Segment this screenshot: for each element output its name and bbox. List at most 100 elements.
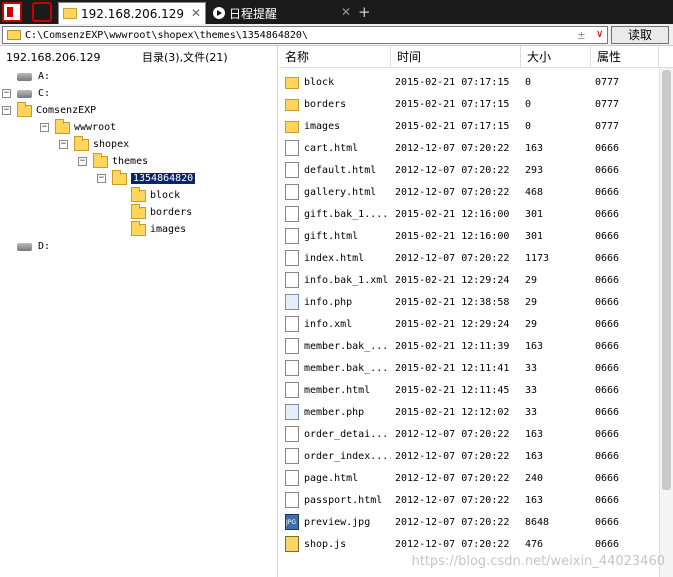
file-attr: 0666 — [595, 516, 620, 528]
file-name-cell: borders — [279, 97, 391, 111]
file-row[interactable]: member.html 2015-02-21 12:11:45 33 0666 — [279, 379, 659, 401]
tree-node[interactable]: D: — [2, 238, 50, 255]
file-size: 29 — [525, 296, 538, 308]
file-name-cell: info.bak_1.xml — [279, 272, 391, 288]
file-row[interactable]: gift.bak_1.... 2015-02-21 12:16:00 301 0666 — [279, 203, 659, 225]
tree-node-label: ComsenzEXP — [36, 105, 97, 116]
tree-node[interactable]: − C: — [2, 85, 50, 102]
drive-icon — [17, 242, 32, 251]
file-time: 2015-02-21 12:16:00 — [395, 230, 510, 242]
file-icon — [285, 470, 299, 486]
collapse-icon[interactable]: − — [2, 106, 11, 115]
file-attr: 0666 — [595, 142, 620, 154]
drive-icon — [17, 89, 32, 98]
file-time: 2012-12-07 07:20:22 — [395, 472, 510, 484]
file-row[interactable]: member.bak_... 2015-02-21 12:11:39 163 0666 — [279, 335, 659, 357]
scrollbar-thumb[interactable] — [662, 70, 671, 490]
file-row[interactable]: page.html 2012-12-07 07:20:22 240 0666 — [279, 467, 659, 489]
tree-node-label: images — [150, 224, 187, 235]
tree-node-label: D: — [38, 241, 51, 252]
chevron-down-icon[interactable]: ∨ — [596, 27, 603, 40]
file-name-cell: info.xml — [279, 316, 391, 332]
file-name: gift.html — [304, 230, 359, 242]
file-row[interactable]: order_index.... 2012-12-07 07:20:22 163 066… — [279, 445, 659, 467]
file-attr: 0666 — [595, 186, 620, 198]
collapse-icon[interactable]: − — [78, 157, 87, 166]
file-row[interactable]: info.php 2015-02-21 12:38:58 29 0666 — [279, 291, 659, 313]
file-time: 2012-12-07 07:20:22 — [395, 450, 510, 462]
file-time: 2012-12-07 07:20:22 — [395, 252, 510, 264]
file-row[interactable]: images 2015-02-21 07:17:15 0 0777 — [279, 115, 659, 137]
tree-node-label: block — [150, 190, 181, 201]
file-attr: 0666 — [595, 384, 620, 396]
file-time: 2015-02-21 12:38:58 — [395, 296, 510, 308]
read-button[interactable]: 读取 — [611, 26, 669, 44]
folder-icon — [131, 220, 146, 236]
folder-icon — [131, 203, 146, 219]
col-time[interactable]: 时间 — [391, 46, 521, 67]
file-row[interactable]: index.html 2012-12-07 07:20:22 1173 0666 — [279, 247, 659, 269]
file-icon — [285, 448, 299, 464]
file-row[interactable]: info.xml 2015-02-21 12:29:24 29 0666 — [279, 313, 659, 335]
tree-node[interactable]: borders — [116, 203, 192, 221]
file-time: 2012-12-07 07:20:22 — [395, 186, 510, 198]
app-logo-icon[interactable] — [2, 2, 22, 22]
file-row[interactable]: default.html 2012-12-07 07:20:22 293 0666 — [279, 159, 659, 181]
file-time: 2012-12-07 07:20:22 — [395, 538, 510, 550]
file-size: 163 — [525, 450, 544, 462]
tab-host[interactable]: 192.168.206.129 ✕ — [58, 2, 206, 24]
file-time: 2012-12-07 07:20:22 — [395, 428, 510, 440]
file-row[interactable]: passport.html 2012-12-07 07:20:22 163 0666 — [279, 489, 659, 511]
file-row[interactable]: gallery.html 2012-12-07 07:20:22 468 0666 — [279, 181, 659, 203]
vertical-scrollbar[interactable] — [659, 68, 673, 577]
file-size: 0 — [525, 98, 532, 110]
file-attr: 0666 — [595, 318, 620, 330]
file-size: 476 — [525, 538, 544, 550]
file-row[interactable]: member.php 2015-02-21 12:12:02 33 0666 — [279, 401, 659, 423]
tree-node[interactable]: A: — [2, 68, 50, 85]
file-name-cell: order_detai... — [279, 426, 391, 442]
tab-schedule[interactable]: 日程提醒 ✕ — [209, 2, 355, 24]
add-tab-icon[interactable]: + — [358, 2, 371, 22]
file-size: 0 — [525, 120, 532, 132]
file-row[interactable]: member.bak_... 2015-02-21 12:11:41 33 0666 — [279, 357, 659, 379]
tree-node[interactable]: − wwwroot — [40, 118, 116, 136]
host-label: 192.168.206.129 — [6, 50, 101, 64]
tree-node[interactable]: − shopex — [59, 135, 129, 153]
collapse-icon[interactable]: − — [97, 174, 106, 183]
col-name[interactable]: 名称 — [279, 46, 391, 67]
tree-node[interactable]: − 1354864820 — [97, 169, 196, 187]
folder-icon — [93, 152, 108, 168]
file-row[interactable]: order_detai... 2012-12-07 07:20:22 163 0666 — [279, 423, 659, 445]
collapse-icon[interactable]: − — [59, 140, 68, 149]
app-menu-icon[interactable] — [32, 2, 52, 22]
col-attr[interactable]: 属性 — [591, 46, 659, 67]
collapse-icon[interactable]: − — [2, 89, 11, 98]
close-icon[interactable]: ✕ — [191, 6, 201, 20]
tree-node[interactable]: − ComsenzEXP — [2, 101, 97, 119]
close-icon[interactable]: ✕ — [341, 5, 351, 19]
tree-node[interactable]: − themes — [78, 152, 148, 170]
file-name-cell: gallery.html — [279, 184, 391, 200]
directory-panel: 192.168.206.129 目录(3),文件(21) A: − C: − Comse… — [0, 46, 278, 577]
collapse-icon[interactable]: − — [40, 123, 49, 132]
tree-node[interactable]: images — [116, 220, 187, 238]
file-row[interactable]: preview.jpg 2012-12-07 07:20:22 8648 0666 — [279, 511, 659, 533]
file-attr: 0666 — [595, 428, 620, 440]
file-row[interactable]: cart.html 2012-12-07 07:20:22 163 0666 — [279, 137, 659, 159]
file-row[interactable]: shop.js 2012-12-07 07:20:22 476 0666 — [279, 533, 659, 555]
path-input[interactable]: C:\ComsenzEXP\wwwroot\shopex\themes\1354… — [2, 26, 608, 44]
col-size[interactable]: 大小 — [521, 46, 591, 67]
file-attr: 0666 — [595, 164, 620, 176]
tree-node[interactable]: block — [116, 186, 181, 204]
file-size: 0 — [525, 76, 532, 88]
file-row[interactable]: block 2015-02-21 07:17:15 0 0777 — [279, 71, 659, 93]
file-size: 33 — [525, 362, 538, 374]
plus-minus-icon[interactable]: ± — [578, 28, 585, 42]
file-row[interactable]: borders 2015-02-21 07:17:15 0 0777 — [279, 93, 659, 115]
file-name-cell: preview.jpg — [279, 514, 391, 530]
folder-icon — [7, 30, 21, 40]
file-row[interactable]: gift.html 2015-02-21 12:16:00 301 0666 — [279, 225, 659, 247]
file-row[interactable]: info.bak_1.xml 2015-02-21 12:29:24 29 0666 — [279, 269, 659, 291]
file-icon — [285, 426, 299, 442]
